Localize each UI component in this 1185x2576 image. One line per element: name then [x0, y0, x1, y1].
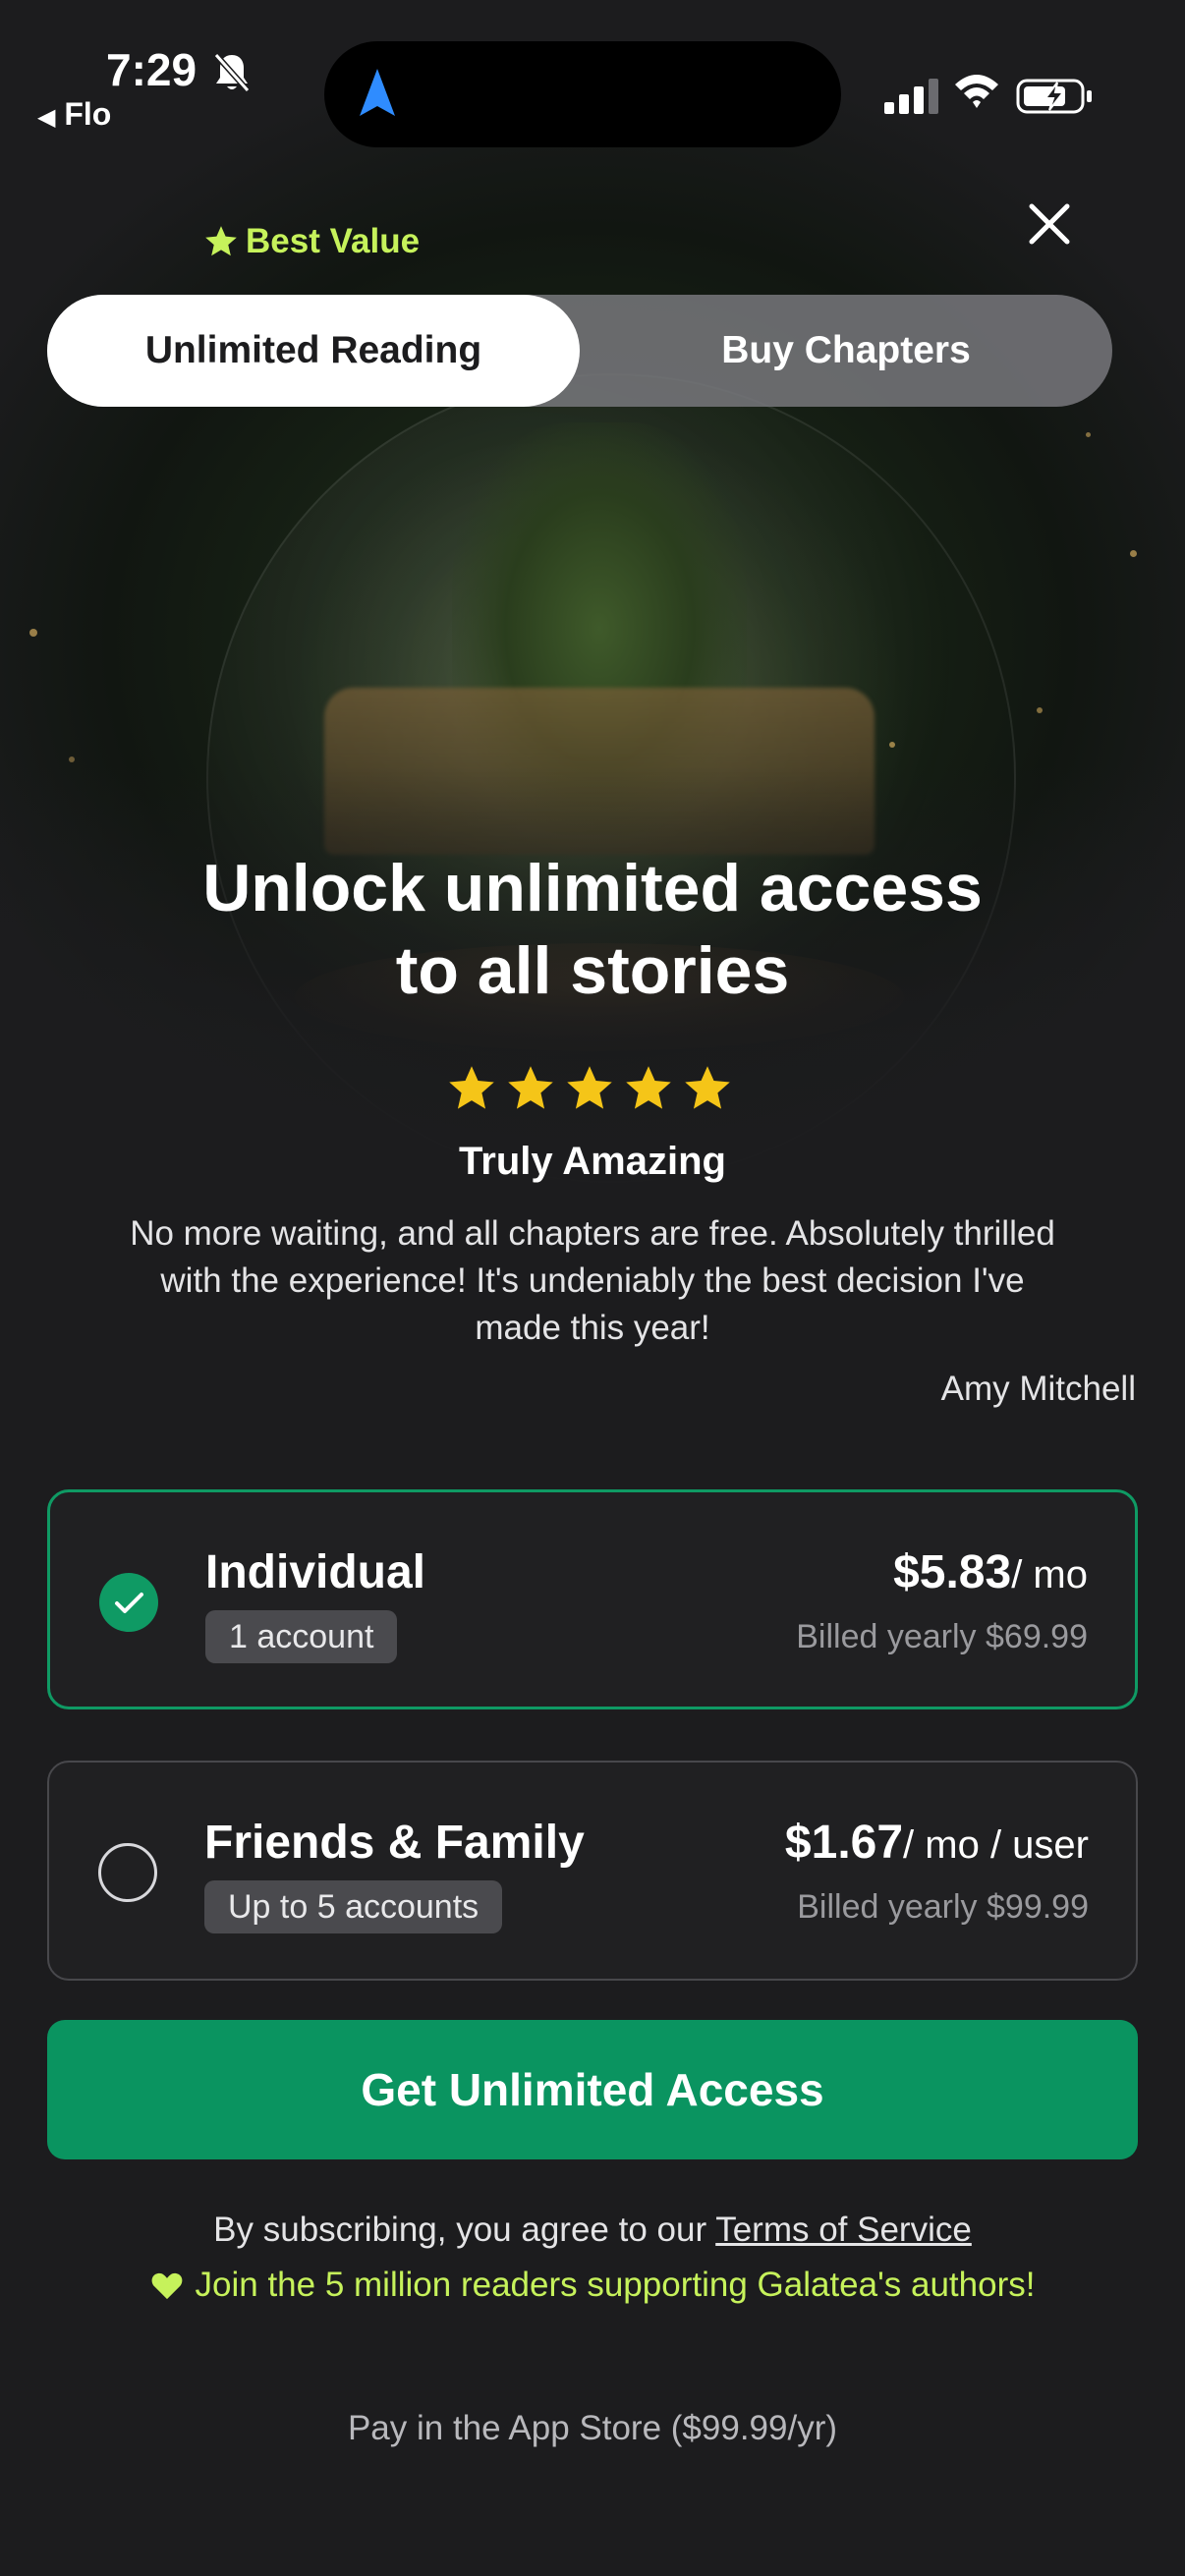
light-particle: [29, 629, 37, 637]
plan-radio-unselected[interactable]: [98, 1843, 157, 1902]
star-icon: [508, 1066, 553, 1109]
wifi-icon: [955, 75, 998, 108]
navigation-arrow-icon: [360, 69, 395, 116]
plan-price-unit: / mo: [1011, 1553, 1088, 1596]
plan-option-individual[interactable]: Individual 1 account $5.83/ mo Billed ye…: [47, 1489, 1138, 1709]
status-time: 7:29: [106, 44, 198, 95]
join-readers-text: Join the 5 million readers supporting Ga…: [195, 2266, 1036, 2304]
get-unlimited-access-button[interactable]: Get Unlimited Access: [47, 2020, 1138, 2159]
plan-name: Individual: [205, 1546, 426, 1598]
best-value-badge: Best Value: [202, 222, 420, 261]
back-app-label: Flo: [64, 96, 112, 132]
plan-price: $1.67/ mo / user: [785, 1816, 1089, 1870]
review-rating-stars: [446, 1063, 733, 1114]
review-title: Truly Amazing: [459, 1140, 726, 1183]
join-readers-message: Join the 5 million readers supporting Ga…: [0, 2266, 1185, 2305]
plan-accounts-badge: Up to 5 accounts: [204, 1880, 503, 1933]
star-icon: [567, 1066, 612, 1109]
light-particle: [1086, 432, 1091, 437]
signal-icon: [884, 79, 938, 114]
review-author: Amy Mitchell: [940, 1370, 1136, 1408]
plan-billed-yearly: Billed yearly $99.99: [797, 1888, 1089, 1926]
plan-price: $5.83/ mo: [893, 1545, 1088, 1599]
hero-headline: Unlock unlimited access to all stories: [0, 847, 1185, 1012]
plan-radio-selected[interactable]: [99, 1573, 158, 1632]
star-icon: [449, 1066, 494, 1109]
light-particle: [1130, 550, 1137, 557]
light-particle: [889, 742, 895, 748]
plan-price-amount: $5.83: [893, 1546, 1012, 1598]
hero-background-image: [0, 0, 1185, 1258]
review-text: No more waiting, and all chapters are fr…: [130, 1214, 1055, 1347]
hero-fade-overlay: [0, 766, 1185, 1258]
terms-agreement: By subscribing, you agree to our Terms o…: [0, 2211, 1185, 2250]
light-particle: [1037, 707, 1043, 713]
light-particle: [69, 756, 75, 762]
tab-unlimited-reading[interactable]: Unlimited Reading: [47, 295, 580, 407]
headline-line-1: Unlock unlimited access: [202, 851, 983, 925]
star-icon: [626, 1066, 671, 1109]
star-icon: [205, 226, 237, 256]
back-triangle-icon: ◀: [37, 104, 56, 131]
best-value-label: Best Value: [246, 222, 421, 260]
bell-slash-icon: [213, 53, 251, 92]
plan-billed-yearly: Billed yearly $69.99: [796, 1618, 1088, 1655]
plan-accounts-badge: 1 account: [205, 1610, 398, 1663]
plan-price-amount: $1.67: [784, 1817, 904, 1869]
dynamic-island: [324, 41, 841, 147]
plan-type-tabs: Unlimited Reading Buy Chapters: [47, 295, 1112, 407]
tab-buy-chapters[interactable]: Buy Chapters: [580, 295, 1112, 407]
terms-of-service-link[interactable]: Terms of Service: [715, 2211, 972, 2249]
headline-line-2: to all stories: [395, 933, 790, 1008]
star-icon: [685, 1066, 730, 1109]
pay-in-app-store-link[interactable]: Pay in the App Store ($99.99/yr): [0, 2409, 1185, 2448]
close-icon[interactable]: [1022, 196, 1077, 252]
battery-charging-icon: [1016, 79, 1092, 114]
heart-icon: [151, 2272, 182, 2300]
checkmark-icon: [115, 1593, 143, 1613]
plan-price-unit: / mo / user: [903, 1823, 1089, 1867]
back-to-app-link[interactable]: ◀ Flo: [37, 96, 111, 133]
plan-option-friends-family[interactable]: Friends & Family Up to 5 accounts $1.67/…: [47, 1761, 1138, 1981]
plan-name: Friends & Family: [204, 1817, 585, 1869]
terms-prefix: By subscribing, you agree to our: [213, 2211, 716, 2249]
